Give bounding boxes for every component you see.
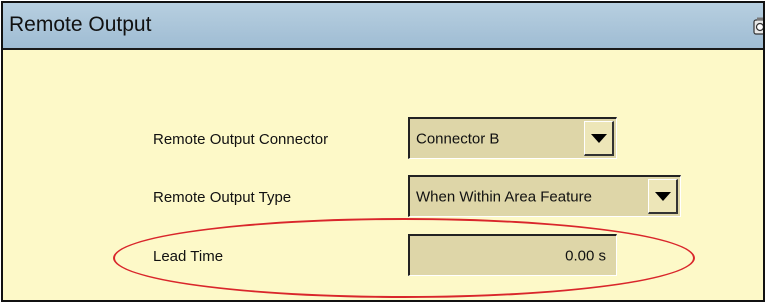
type-value: When Within Area Feature xyxy=(416,188,592,205)
type-dropdown[interactable]: When Within Area Feature xyxy=(408,175,681,217)
connector-dropdown[interactable]: Connector B xyxy=(408,117,617,159)
type-label: Remote Output Type xyxy=(153,189,292,206)
window-title: Remote Output xyxy=(9,13,152,36)
lead-time-label: Lead Time xyxy=(153,248,224,265)
lead-time-field[interactable]: 0.00 s xyxy=(408,234,617,276)
title-bar: Remote Output xyxy=(3,3,763,50)
type-dropdown-button[interactable] xyxy=(648,179,678,214)
remote-output-window: Remote Output Remote Output Connector Co… xyxy=(1,1,765,302)
chevron-down-icon xyxy=(590,134,607,143)
connector-label: Remote Output Connector xyxy=(153,131,329,148)
connector-dropdown-button[interactable] xyxy=(584,121,614,156)
lead-time-value: 0.00 s xyxy=(565,247,606,264)
camera-icon[interactable] xyxy=(753,17,765,35)
chevron-down-icon xyxy=(654,192,671,201)
connector-value: Connector B xyxy=(416,130,500,147)
